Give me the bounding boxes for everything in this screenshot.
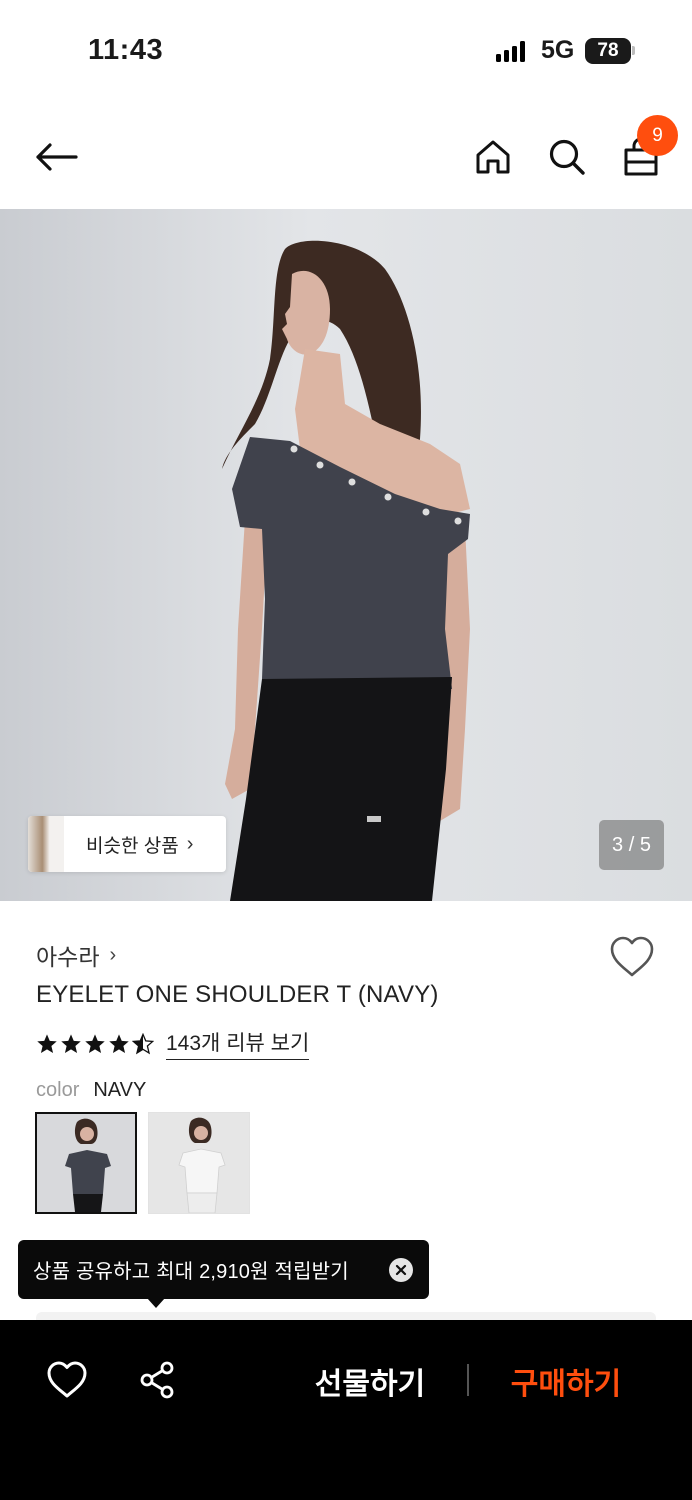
color-label: color [36,1079,80,1101]
star-icon [85,1033,105,1053]
bottom-wishlist-button[interactable] [46,1360,88,1400]
similar-products-label: 비슷한 상품 [86,835,179,857]
cart-count-badge: 9 [637,115,678,156]
heart-icon [47,1361,87,1398]
network-label: 5G [541,36,575,64]
bottom-action-bar [0,1320,692,1500]
back-button[interactable] [28,134,84,180]
review-link[interactable]: 143개 리뷰 보기 [166,1027,310,1060]
brand-link[interactable]: 아수라 › [36,938,116,972]
star-icon [109,1033,129,1053]
status-bar: 11:43 5G 78 [0,0,692,100]
share-button[interactable] [138,1360,178,1400]
home-icon [476,140,510,174]
share-reward-tooltip: 상품 공유하고 최대 2,910원 적립받기 [18,1240,429,1299]
similar-products-button[interactable]: 비슷한 상품 › [28,816,226,872]
tooltip-close-button[interactable] [389,1258,413,1282]
color-swatch-white[interactable] [148,1112,250,1214]
image-pager: 3 / 5 [599,820,664,870]
status-time: 11:43 [88,34,164,66]
heart-icon [610,936,654,977]
half-star-icon [132,1032,154,1054]
home-button[interactable] [470,134,516,180]
tooltip-text: 상품 공유하고 최대 2,910원 적립받기 [33,1261,349,1283]
tooltip-arrow [147,1298,165,1308]
gift-button[interactable]: 선물하기 [300,1356,440,1406]
product-title: EYELET ONE SHOULDER T (NAVY) [36,981,439,1008]
color-swatch-navy[interactable] [35,1112,137,1214]
battery-icon: 78 [585,38,631,64]
battery-cap [632,46,635,55]
color-row: color NAVY [36,1079,146,1102]
share-icon [140,1361,174,1399]
rating-stars [36,1032,154,1055]
chevron-right-icon: › [109,943,117,966]
color-value: NAVY [93,1079,147,1101]
star-icon [61,1033,81,1053]
chevron-right-icon: › [186,832,194,855]
search-button[interactable] [544,134,590,180]
brand-name: 아수라 [36,944,100,970]
similar-products-thumbnail [28,816,64,872]
signal-icon [496,40,525,62]
product-image[interactable] [0,209,692,901]
swatch-white-photo [178,1117,226,1213]
close-icon [395,1264,407,1276]
buy-button[interactable]: 구매하기 [496,1356,636,1406]
search-icon [549,139,585,175]
rating-row: 143개 리뷰 보기 [36,1027,310,1060]
bottom-bar-divider [467,1364,469,1396]
top-nav [0,108,692,208]
star-icon [37,1033,57,1053]
back-arrow-icon [36,143,78,171]
wishlist-button[interactable] [609,935,655,979]
swatch-navy-photo [65,1118,111,1212]
product-photo [222,240,470,901]
